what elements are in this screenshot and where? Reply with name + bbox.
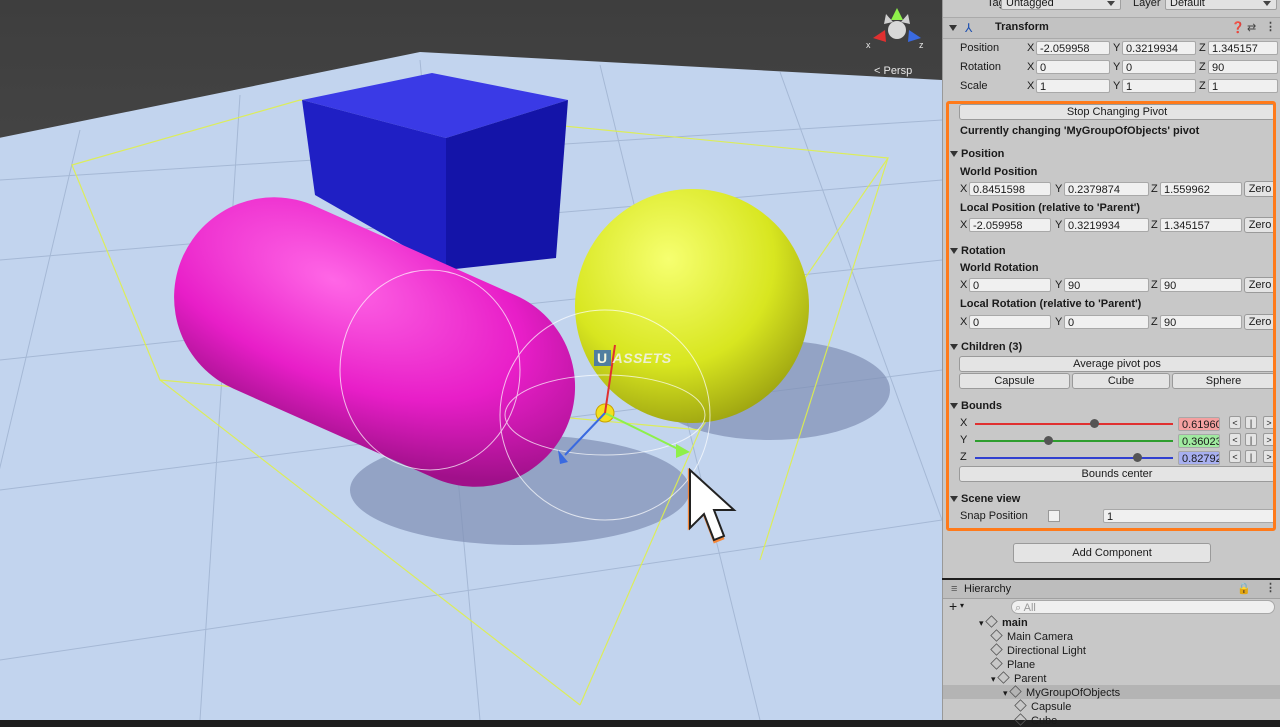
help-icon[interactable]: ❓ <box>1231 21 1245 34</box>
expand-arrow-icon[interactable]: ▾ <box>1003 688 1010 698</box>
preset-icon[interactable]: ⇄ <box>1247 21 1256 34</box>
rotation-label: Rotation <box>960 61 1001 73</box>
hierarchy-tab[interactable]: ≡ Hierarchy 🔒 ⋮ <box>943 580 1280 599</box>
hierarchy-item-label: main <box>1002 617 1028 629</box>
chevron-down-icon[interactable]: ▾ <box>960 601 964 610</box>
hierarchy-item-label: Plane <box>1007 659 1036 671</box>
axis-x-label[interactable]: X <box>1027 80 1034 92</box>
axis-z-label[interactable]: Z <box>1199 61 1206 73</box>
layer-dropdown[interactable]: Default <box>1165 0 1277 10</box>
hierarchy-icon: ≡ <box>951 583 958 595</box>
layer-label: Layer <box>1133 0 1161 9</box>
hierarchy-item[interactable]: Plane <box>990 657 1036 671</box>
transform-title: Transform <box>995 21 1049 33</box>
lock-icon[interactable]: 🔒 <box>1237 582 1251 595</box>
gameobject-icon <box>1009 685 1022 698</box>
axis-x-label[interactable]: X <box>1027 61 1034 73</box>
hierarchy-item-label: Cube <box>1031 715 1058 727</box>
axis-y-label[interactable]: Y <box>1113 61 1120 73</box>
scale-z-field[interactable]: 1 <box>1208 79 1278 93</box>
expand-arrow-icon[interactable]: ▾ <box>991 674 998 684</box>
watermark-logo: U ASSETS <box>594 350 672 366</box>
scale-label: Scale <box>960 80 988 92</box>
gameobject-icon <box>997 671 1010 684</box>
position-z-field[interactable]: 1.345157 <box>1208 41 1278 55</box>
create-plus-icon[interactable]: + <box>949 598 957 614</box>
hierarchy-item-label: Capsule <box>1031 701 1072 713</box>
axis-z-label[interactable]: Z <box>1199 80 1206 92</box>
position-label: Position <box>960 42 1000 54</box>
expand-arrow-icon[interactable]: ▾ <box>979 618 986 628</box>
hierarchy-item-label: MyGroupOfObjects <box>1026 687 1121 699</box>
pivot-editor-highlight <box>946 101 1276 531</box>
scene-canvas[interactable]: x z <box>0 0 942 720</box>
scale-x-field[interactable]: 1 <box>1036 79 1110 93</box>
transform-icon: ⅄ <box>965 21 973 35</box>
hierarchy-panel: ≡ Hierarchy 🔒 ⋮ + ▾ ⌕ All ▾ main Main Cam… <box>942 580 1280 727</box>
position-x-field[interactable]: -2.059958 <box>1036 41 1110 55</box>
axis-x-label[interactable]: X <box>1027 42 1034 54</box>
hierarchy-item-label: Directional Light <box>1007 645 1086 657</box>
scene-icon <box>985 615 998 628</box>
rotation-x-field[interactable]: 0 <box>1036 60 1110 74</box>
hierarchy-item[interactable]: Capsule <box>1014 699 1072 713</box>
hierarchy-title: Hierarchy <box>964 583 1012 595</box>
gameobject-icon <box>1014 699 1027 712</box>
add-component-button[interactable]: Add Component <box>1013 543 1211 563</box>
foldout-arrow-icon[interactable] <box>949 25 957 31</box>
hierarchy-item-label: Main Camera <box>1007 631 1074 643</box>
gameobject-icon <box>990 657 1003 670</box>
search-icon: ⌕ <box>1015 602 1024 614</box>
transform-header[interactable]: ⅄ Transform ❓ ⇄ ⋮ <box>943 17 1280 39</box>
scene-view[interactable]: x z < Persp U ASSETS <box>0 0 942 720</box>
hierarchy-item-label: Parent <box>1014 673 1047 685</box>
rotation-y-field[interactable]: 0 <box>1122 60 1196 74</box>
hierarchy-item[interactable]: Main Camera <box>990 629 1074 643</box>
svg-text:z: z <box>919 40 924 50</box>
position-y-field[interactable]: 0.3219934 <box>1122 41 1196 55</box>
hierarchy-item[interactable]: ▾ main <box>979 615 1028 629</box>
hierarchy-item[interactable]: Cube <box>1014 713 1058 727</box>
kebab-menu-icon[interactable]: ⋮ <box>1265 20 1276 33</box>
hierarchy-search-input[interactable]: ⌕ All <box>1011 600 1275 614</box>
axis-y-label[interactable]: Y <box>1113 42 1120 54</box>
hierarchy-item[interactable]: ▾ MyGroupOfObjects <box>1003 685 1121 699</box>
view-mode-label[interactable]: < Persp <box>874 65 912 77</box>
hierarchy-item[interactable]: Directional Light <box>990 643 1086 657</box>
svg-text:x: x <box>866 40 871 50</box>
gameobject-icon <box>990 629 1003 642</box>
hierarchy-item[interactable]: ▾ Parent <box>991 671 1047 685</box>
tag-dropdown[interactable]: Untagged <box>1001 0 1121 10</box>
kebab-menu-icon[interactable]: ⋮ <box>1265 581 1276 594</box>
rotation-z-field[interactable]: 90 <box>1208 60 1278 74</box>
gameobject-icon <box>990 643 1003 656</box>
sphere-object <box>575 189 809 423</box>
axis-z-label[interactable]: Z <box>1199 42 1206 54</box>
axis-y-label[interactable]: Y <box>1113 80 1120 92</box>
scale-y-field[interactable]: 1 <box>1122 79 1196 93</box>
